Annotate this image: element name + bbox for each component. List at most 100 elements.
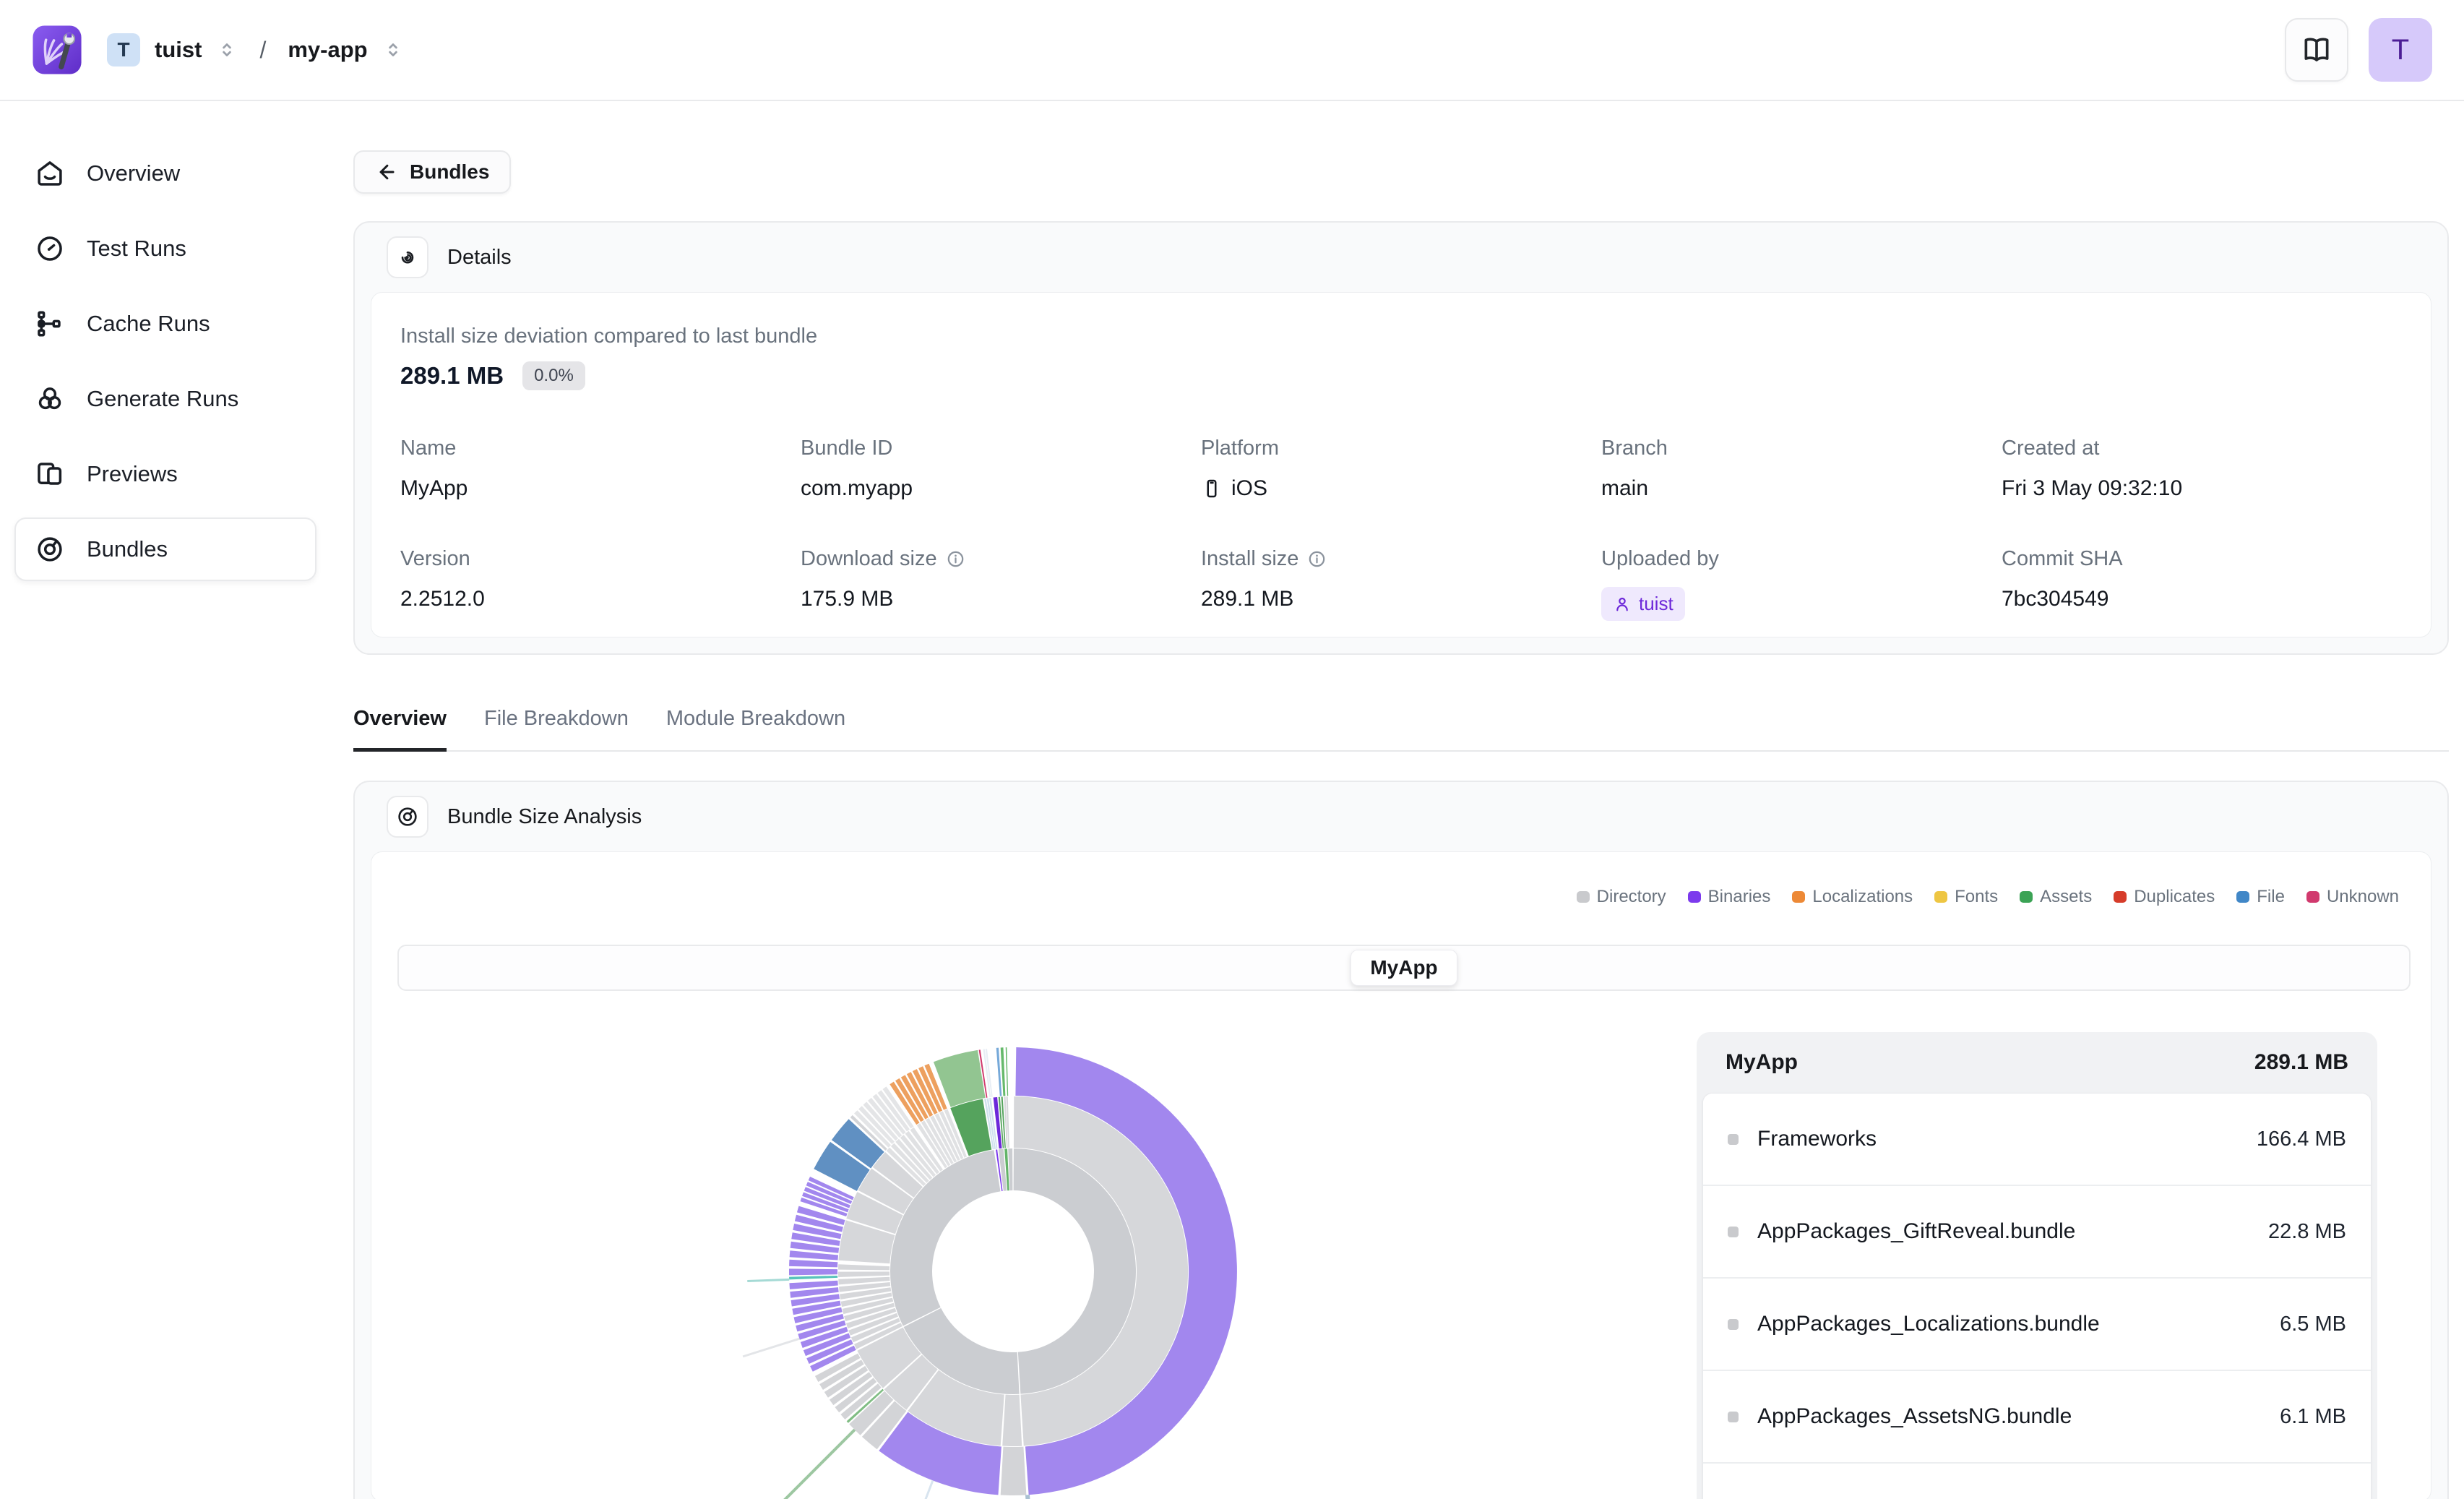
sunburst-segment[interactable] bbox=[838, 1264, 889, 1270]
sunburst-breadcrumb-bar: MyApp bbox=[397, 945, 2411, 991]
tuist-logo bbox=[32, 25, 82, 75]
row-bullet-icon bbox=[1728, 1319, 1739, 1330]
sidebar-item-previews[interactable]: Previews bbox=[14, 442, 316, 506]
previews-icon bbox=[35, 459, 65, 489]
sunburst-segment[interactable] bbox=[838, 1271, 889, 1277]
row-size: 6.1 MB bbox=[2280, 1405, 2346, 1429]
sidebar-item-label: Generate Runs bbox=[87, 386, 238, 412]
details-card: Details Install size deviation compared … bbox=[353, 221, 2449, 655]
legend-swatch bbox=[2114, 891, 2127, 903]
field-label: Install size bbox=[1201, 547, 1298, 571]
size-table-row[interactable]: AppPackages_LottieAssetsNG.bundle4.4 MB bbox=[1703, 1464, 2371, 1499]
tab-module-breakdown[interactable]: Module Breakdown bbox=[666, 707, 845, 752]
sunburst-leader-line bbox=[1028, 1495, 1046, 1499]
chevron-up-down-icon[interactable] bbox=[382, 39, 404, 61]
sunburst-segment[interactable] bbox=[789, 1260, 837, 1268]
sunburst-segment[interactable] bbox=[1002, 1395, 1022, 1446]
person-icon bbox=[1613, 595, 1632, 614]
field-value: 2.2512.0 bbox=[400, 587, 485, 611]
tab-overview[interactable]: Overview bbox=[353, 707, 447, 752]
project-name[interactable]: my-app bbox=[288, 37, 367, 63]
legend-label: Fonts bbox=[1955, 887, 1998, 907]
legend-item-assets: Assets bbox=[2020, 887, 2092, 907]
user-avatar[interactable]: T bbox=[2369, 18, 2432, 82]
legend-item-unknown: Unknown bbox=[2306, 887, 2399, 907]
analysis-card-body: Directory Binaries Localizations Fonts Asset… bbox=[371, 851, 2431, 1499]
uploaded-by-name: tuist bbox=[1639, 593, 1673, 615]
field-install-size: Install size 289.1 MB bbox=[1201, 547, 1601, 621]
deviation-badge: 0.0% bbox=[522, 361, 585, 390]
sunburst-chart[interactable] bbox=[645, 1032, 1382, 1499]
sunburst-root-chip[interactable]: MyApp bbox=[1351, 950, 1457, 986]
tab-file-breakdown[interactable]: File Breakdown bbox=[484, 707, 629, 752]
field-created-at: Created at Fri 3 May 09:32:10 bbox=[2002, 437, 2402, 501]
details-card-title: Details bbox=[447, 246, 512, 270]
docs-button[interactable] bbox=[2285, 18, 2348, 82]
back-to-bundles-button[interactable]: Bundles bbox=[353, 150, 511, 194]
size-table: MyApp 289.1 MB Frameworks166.4 MBAppPack… bbox=[1697, 1032, 2377, 1499]
home-icon bbox=[35, 158, 65, 189]
size-table-root-name: MyApp bbox=[1726, 1050, 1798, 1075]
size-table-row[interactable]: AppPackages_AssetsNG.bundle6.1 MB bbox=[1703, 1371, 2371, 1464]
row-size: 6.5 MB bbox=[2280, 1313, 2346, 1336]
analysis-card-title: Bundle Size Analysis bbox=[447, 805, 642, 829]
size-table-row[interactable]: AppPackages_GiftReveal.bundle22.8 MB bbox=[1703, 1186, 2371, 1279]
sunburst-segment[interactable] bbox=[789, 1268, 837, 1275]
field-platform: PlatformiOS bbox=[1201, 437, 1601, 501]
row-bullet-icon bbox=[1728, 1227, 1739, 1237]
org-name[interactable]: tuist bbox=[155, 37, 202, 63]
chevron-up-down-icon[interactable] bbox=[216, 39, 238, 61]
details-card-body: Install size deviation compared to last … bbox=[371, 292, 2431, 637]
row-size: 166.4 MB bbox=[2257, 1128, 2346, 1151]
sunburst-segment[interactable] bbox=[1001, 1047, 1006, 1096]
row-name: Frameworks bbox=[1757, 1127, 2257, 1151]
row-name: AppPackages_AssetsNG.bundle bbox=[1757, 1404, 2280, 1429]
sunburst-segment[interactable] bbox=[996, 1048, 1002, 1096]
field-version: Version2.2512.0 bbox=[400, 547, 801, 621]
field-value: 289.1 MB bbox=[1201, 587, 1293, 611]
sidebar: Overview Test Runs Cache Runs Generate Runs… bbox=[0, 101, 331, 1499]
chart-legend: Directory Binaries Localizations Fonts Asset… bbox=[1577, 887, 2399, 907]
field-value: 175.9 MB bbox=[801, 587, 893, 611]
circles-icon bbox=[35, 384, 65, 414]
sidebar-item-label: Overview bbox=[87, 160, 180, 186]
size-table-rows: Frameworks166.4 MBAppPackages_GiftReveal… bbox=[1702, 1093, 2372, 1499]
sidebar-item-generate-runs[interactable]: Generate Runs bbox=[14, 367, 316, 431]
book-icon bbox=[2301, 34, 2332, 66]
info-icon bbox=[1307, 549, 1327, 569]
uploaded-by-chip[interactable]: tuist bbox=[1601, 587, 1685, 621]
field-label: Created at bbox=[2002, 437, 2099, 460]
analysis-icon-box bbox=[387, 796, 428, 838]
phone-icon bbox=[1201, 478, 1223, 499]
sunburst-segment[interactable] bbox=[1001, 1447, 1027, 1495]
sidebar-item-overview[interactable]: Overview bbox=[14, 142, 316, 205]
donut-icon bbox=[35, 534, 65, 564]
sidebar-item-cache-runs[interactable]: Cache Runs bbox=[14, 292, 316, 356]
sidebar-item-label: Previews bbox=[87, 461, 178, 487]
sidebar-item-label: Bundles bbox=[87, 536, 168, 562]
tab-bar: Overview File Breakdown Module Breakdown bbox=[353, 707, 2449, 752]
size-table-row[interactable]: Frameworks166.4 MB bbox=[1703, 1094, 2371, 1186]
size-table-header: MyApp 289.1 MB bbox=[1697, 1032, 2377, 1093]
sunburst-segment[interactable] bbox=[789, 1276, 837, 1279]
legend-item-directory: Directory bbox=[1577, 887, 1666, 907]
sidebar-item-test-runs[interactable]: Test Runs bbox=[14, 217, 316, 280]
field-label: Platform bbox=[1201, 437, 1279, 460]
field-value: Fri 3 May 09:32:10 bbox=[2002, 476, 2182, 501]
size-table-root-size: 289.1 MB bbox=[2254, 1050, 2348, 1075]
sunburst-segment[interactable] bbox=[1006, 1047, 1009, 1096]
bundle-size-analysis-card: Bundle Size Analysis Directory Binaries Lo… bbox=[353, 781, 2449, 1499]
row-name: AppPackages_Localizations.bundle bbox=[1757, 1312, 2280, 1336]
legend-label: Unknown bbox=[2327, 887, 2399, 907]
spiral-icon bbox=[396, 246, 419, 269]
legend-item-localizations: Localizations bbox=[1792, 887, 1913, 907]
size-table-row[interactable]: AppPackages_Localizations.bundle6.5 MB bbox=[1703, 1279, 2371, 1371]
sidebar-item-bundles[interactable]: Bundles bbox=[14, 517, 316, 581]
sidebar-item-label: Test Runs bbox=[87, 236, 186, 262]
field-value: 7bc304549 bbox=[2002, 587, 2108, 611]
org-avatar: T bbox=[107, 33, 140, 66]
legend-swatch bbox=[1792, 891, 1805, 903]
field-label: Uploaded by bbox=[1601, 547, 1719, 571]
main-content: Bundles Details Install size deviation c… bbox=[353, 101, 2449, 1499]
legend-label: Binaries bbox=[1708, 887, 1771, 907]
